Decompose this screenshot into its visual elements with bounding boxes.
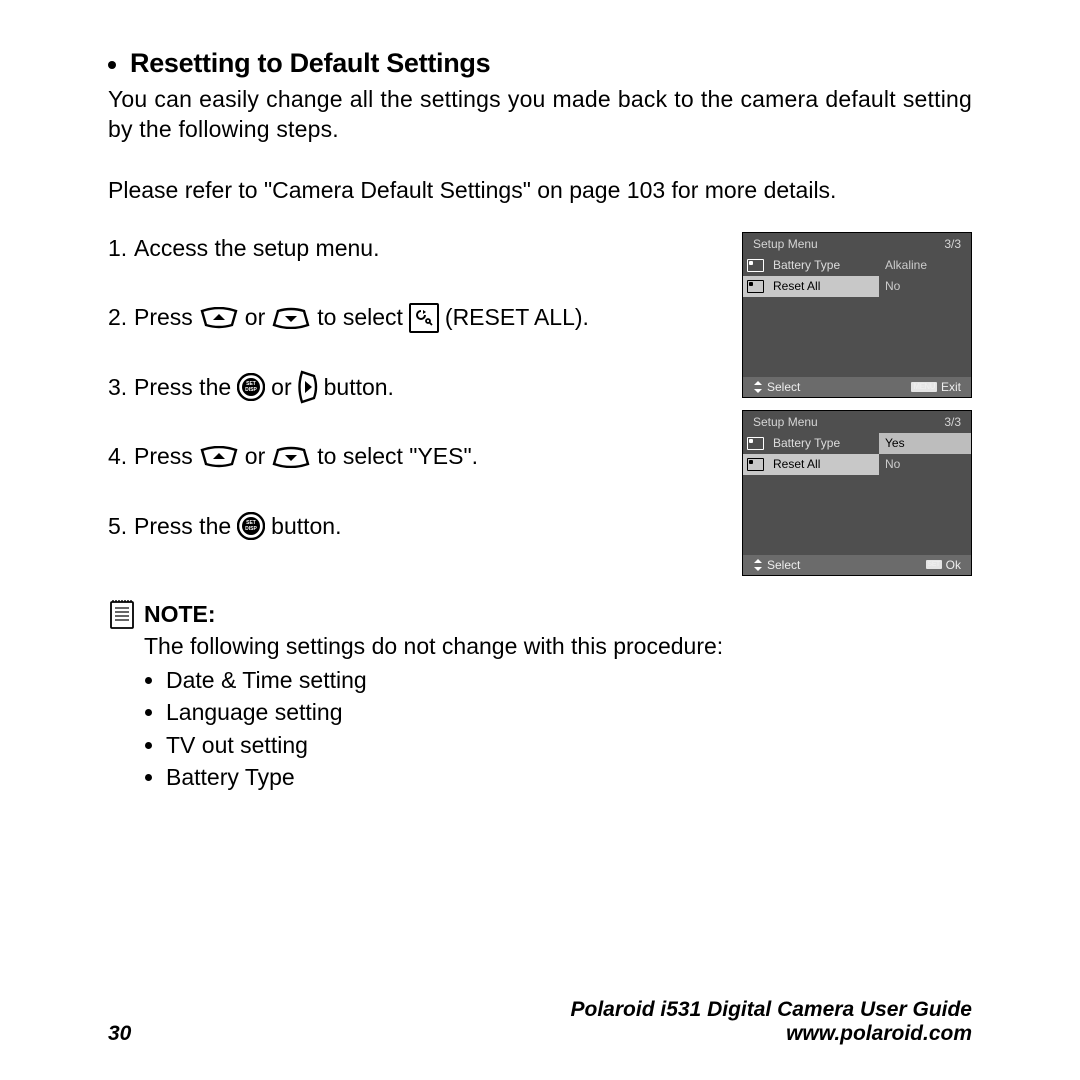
camera-screenshots: Setup Menu 3/3 Battery Type Alkaline Res… xyxy=(742,232,972,588)
menu-label: Reset All xyxy=(767,276,879,297)
menu-row: Battery Type Yes xyxy=(743,433,971,454)
step-text: Press xyxy=(134,301,193,334)
menu-row: Battery Type Alkaline xyxy=(743,255,971,276)
step-text: Press the xyxy=(134,371,231,404)
screen-title: Setup Menu xyxy=(753,415,818,429)
up-button-icon xyxy=(199,307,239,329)
set-tag: SET xyxy=(926,560,942,569)
menu-value-selected: Yes xyxy=(879,433,971,454)
reference-line: Please refer to "Camera Default Settings… xyxy=(108,177,972,204)
empty-area xyxy=(743,297,971,377)
step-text: to select "YES". xyxy=(317,440,478,473)
page-footer: 30 Polaroid i531 Digital Camera User Gui… xyxy=(108,998,972,1046)
set-disp-button-icon: SETDISP xyxy=(237,373,265,401)
bullet-icon xyxy=(108,61,116,69)
step-1: 1. Access the setup menu. xyxy=(108,232,712,265)
step-number: 2. xyxy=(108,301,134,334)
manual-page: Resetting to Default Settings You can ea… xyxy=(0,0,1080,1080)
footer-right: Ok xyxy=(946,558,961,572)
down-button-icon xyxy=(271,446,311,468)
svg-text:DISP: DISP xyxy=(245,526,257,532)
menu-value: No xyxy=(879,276,971,297)
footer-left: Select xyxy=(767,558,800,572)
note-item: Language setting xyxy=(166,696,723,728)
step-text: Press xyxy=(134,440,193,473)
note-block: NOTE: The following settings do not chan… xyxy=(108,598,972,793)
step-text: button. xyxy=(324,371,394,404)
menu-label: Battery Type xyxy=(767,255,879,276)
step-text: to select xyxy=(317,301,403,334)
section-heading: Resetting to Default Settings xyxy=(108,48,972,79)
intro-paragraph: You can easily change all the settings y… xyxy=(108,85,972,145)
menu-value: No xyxy=(879,454,971,475)
right-button-icon xyxy=(298,370,318,404)
note-item: Date & Time setting xyxy=(166,664,723,696)
footer-title: Polaroid i531 Digital Camera User Guide xyxy=(571,998,972,1022)
screenshot-2: Setup Menu 3/3 Battery Type Yes Reset Al… xyxy=(742,410,972,576)
reset-icon xyxy=(743,454,767,475)
menu-label: Battery Type xyxy=(767,433,879,454)
steps-list: 1. Access the setup menu. 2. Press or to… xyxy=(108,232,712,579)
step-text: or xyxy=(245,301,265,334)
step-2: 2. Press or to select (RESET ALL). xyxy=(108,301,712,334)
down-button-icon xyxy=(271,307,311,329)
menu-value: Alkaline xyxy=(879,255,971,276)
menu-row-selected: Reset All No xyxy=(743,276,971,297)
step-text: Press the xyxy=(134,510,231,543)
footer-right: Exit xyxy=(941,380,961,394)
updown-icon xyxy=(753,559,763,571)
screen-page: 3/3 xyxy=(944,415,961,429)
menu-row-selected: Reset All No xyxy=(743,454,971,475)
screen-footer: Select MENU Exit xyxy=(743,377,971,397)
reset-all-icon xyxy=(409,303,439,333)
step-text: or xyxy=(271,371,291,404)
step-text: (RESET ALL). xyxy=(445,301,589,334)
page-number: 30 xyxy=(108,1022,131,1046)
battery-icon xyxy=(743,255,767,276)
step-number: 4. xyxy=(108,440,134,473)
svg-text:DISP: DISP xyxy=(245,387,257,393)
step-3: 3. Press the SETDISP or button. xyxy=(108,370,712,404)
step-4: 4. Press or to select "YES". xyxy=(108,440,712,473)
step-number: 3. xyxy=(108,371,134,404)
step-text: button. xyxy=(271,510,341,543)
note-item: TV out setting xyxy=(166,729,723,761)
screen-page: 3/3 xyxy=(944,237,961,251)
section-title: Resetting to Default Settings xyxy=(130,48,490,78)
reset-icon xyxy=(743,276,767,297)
steps-and-screens: 1. Access the setup menu. 2. Press or to… xyxy=(108,232,972,588)
menu-tag: MENU xyxy=(911,382,937,392)
note-item: Battery Type xyxy=(166,761,723,793)
footer-url: www.polaroid.com xyxy=(571,1022,972,1046)
empty-area xyxy=(743,475,971,555)
set-disp-button-icon: SETDISP xyxy=(237,512,265,540)
updown-icon xyxy=(753,381,763,393)
notepad-icon xyxy=(108,598,136,630)
menu-label: Reset All xyxy=(767,454,879,475)
step-number: 1. xyxy=(108,232,134,265)
step-text: Access the setup menu. xyxy=(134,232,379,265)
screen-footer: Select SET Ok xyxy=(743,555,971,575)
note-heading: NOTE: xyxy=(144,601,216,627)
battery-icon xyxy=(743,433,767,454)
footer-left: Select xyxy=(767,380,800,394)
up-button-icon xyxy=(199,446,239,468)
step-number: 5. xyxy=(108,510,134,543)
step-5: 5. Press the SETDISP button. xyxy=(108,510,712,543)
screenshot-1: Setup Menu 3/3 Battery Type Alkaline Res… xyxy=(742,232,972,398)
screen-title: Setup Menu xyxy=(753,237,818,251)
step-text: or xyxy=(245,440,265,473)
note-list: Date & Time setting Language setting TV … xyxy=(144,664,723,793)
note-lead: The following settings do not change wit… xyxy=(144,633,723,659)
